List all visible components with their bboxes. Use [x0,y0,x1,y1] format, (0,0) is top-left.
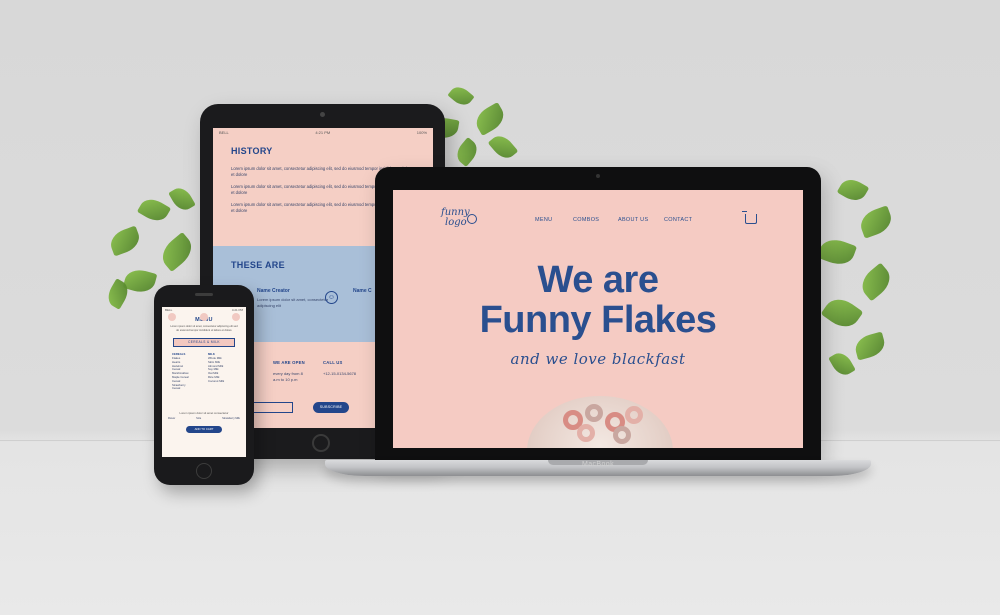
history-title: HISTORY [231,146,273,156]
phone-speaker [195,293,213,296]
device-mockup-scene: BELL 4:21 PM 100% HISTORY Lorem ipsum do… [0,0,1000,615]
nav-combos[interactable]: COMBOS [573,217,599,223]
open-title: WE ARE OPEN [273,360,305,365]
hero-title-line1: We are [537,259,659,301]
tablet-home-button [312,434,330,452]
tablet-camera [320,112,325,117]
battery-label: 100% [416,130,427,135]
carrier-label: BELL [165,308,173,312]
time-label: 4:21 PM [315,130,331,135]
email-input[interactable] [253,402,293,413]
phone-screen: BELL 4:21 PM MENU Lorem ipsum dolor sit … [162,307,246,457]
list-item[interactable]: Coconut Milk [208,379,224,384]
carrier-label: BELL [219,130,229,135]
decor-dot [200,313,208,321]
call-title: CALL US [323,360,343,365]
nav-menu[interactable]: MENU [535,217,552,223]
laptop-screen: funny logo MENU COMBOS ABOUT US CONTACT … [393,190,803,448]
decor-dot [232,313,240,321]
call-text: +12-15-0134-5678 [323,371,357,376]
tablet-status-bar: BELL 4:21 PM 100% [213,128,433,138]
milk-choice-label: Strawberry Milk [222,417,240,421]
add-to-cart-button[interactable]: ADD TO CART [186,426,222,434]
subscribe-button[interactable]: SUBSCRIBE [313,402,349,413]
time-label: 4:21 PM [231,308,243,312]
decor-dot [168,313,176,321]
phone-device: BELL 4:21 PM MENU Lorem ipsum dolor sit … [154,285,254,485]
cereals-column: CEREALS Flakes Hearts Hazelnut Cereal Ma… [172,352,189,391]
cereal-bowl-image [527,396,673,448]
call-us: CALL US +12-15-0134-5678 [323,360,356,377]
order-options: Flavor Size Strawberry Milk [162,415,246,422]
logo-swirl-icon [467,214,477,224]
creator-name-2: Name C [353,288,372,294]
nav-contact[interactable]: CONTACT [664,217,692,223]
menu-description: Lorem ipsum dolor sit amet, consectetur … [170,325,238,332]
macbook-label: MacBook [582,461,614,468]
list-item[interactable]: Cereal [172,387,189,391]
cart-icon[interactable] [742,211,757,224]
brand-logo[interactable]: funny logo [441,208,477,228]
menu-list: CEREALS Flakes Hearts Hazelnut Cereal Ma… [162,351,246,407]
logo-line2: logo [445,217,467,228]
hero-tagline: and we love blackfast [510,350,686,368]
cereals-milk-button[interactable]: CEREALS & MILK [173,338,235,348]
milk-column: MILK Whole Milk Skim Milk Almond Milk So… [208,352,224,384]
hero-title-line2: Funny Flakes [479,299,717,341]
smile-icon: ☺ [325,291,338,304]
site-header: funny logo MENU COMBOS ABOUT US CONTACT [393,190,803,250]
open-hours: WE ARE OPEN every day from 8 a.m to 10 p… [273,360,309,382]
laptop-camera [596,174,600,178]
size-label: Size [196,417,202,421]
flavor-label: Flavor [168,417,176,421]
phone-home-button [196,463,212,479]
nav-about-us[interactable]: ABOUT US [618,217,648,223]
open-text: every day from 8 a.m to 10 p.m [273,371,303,382]
